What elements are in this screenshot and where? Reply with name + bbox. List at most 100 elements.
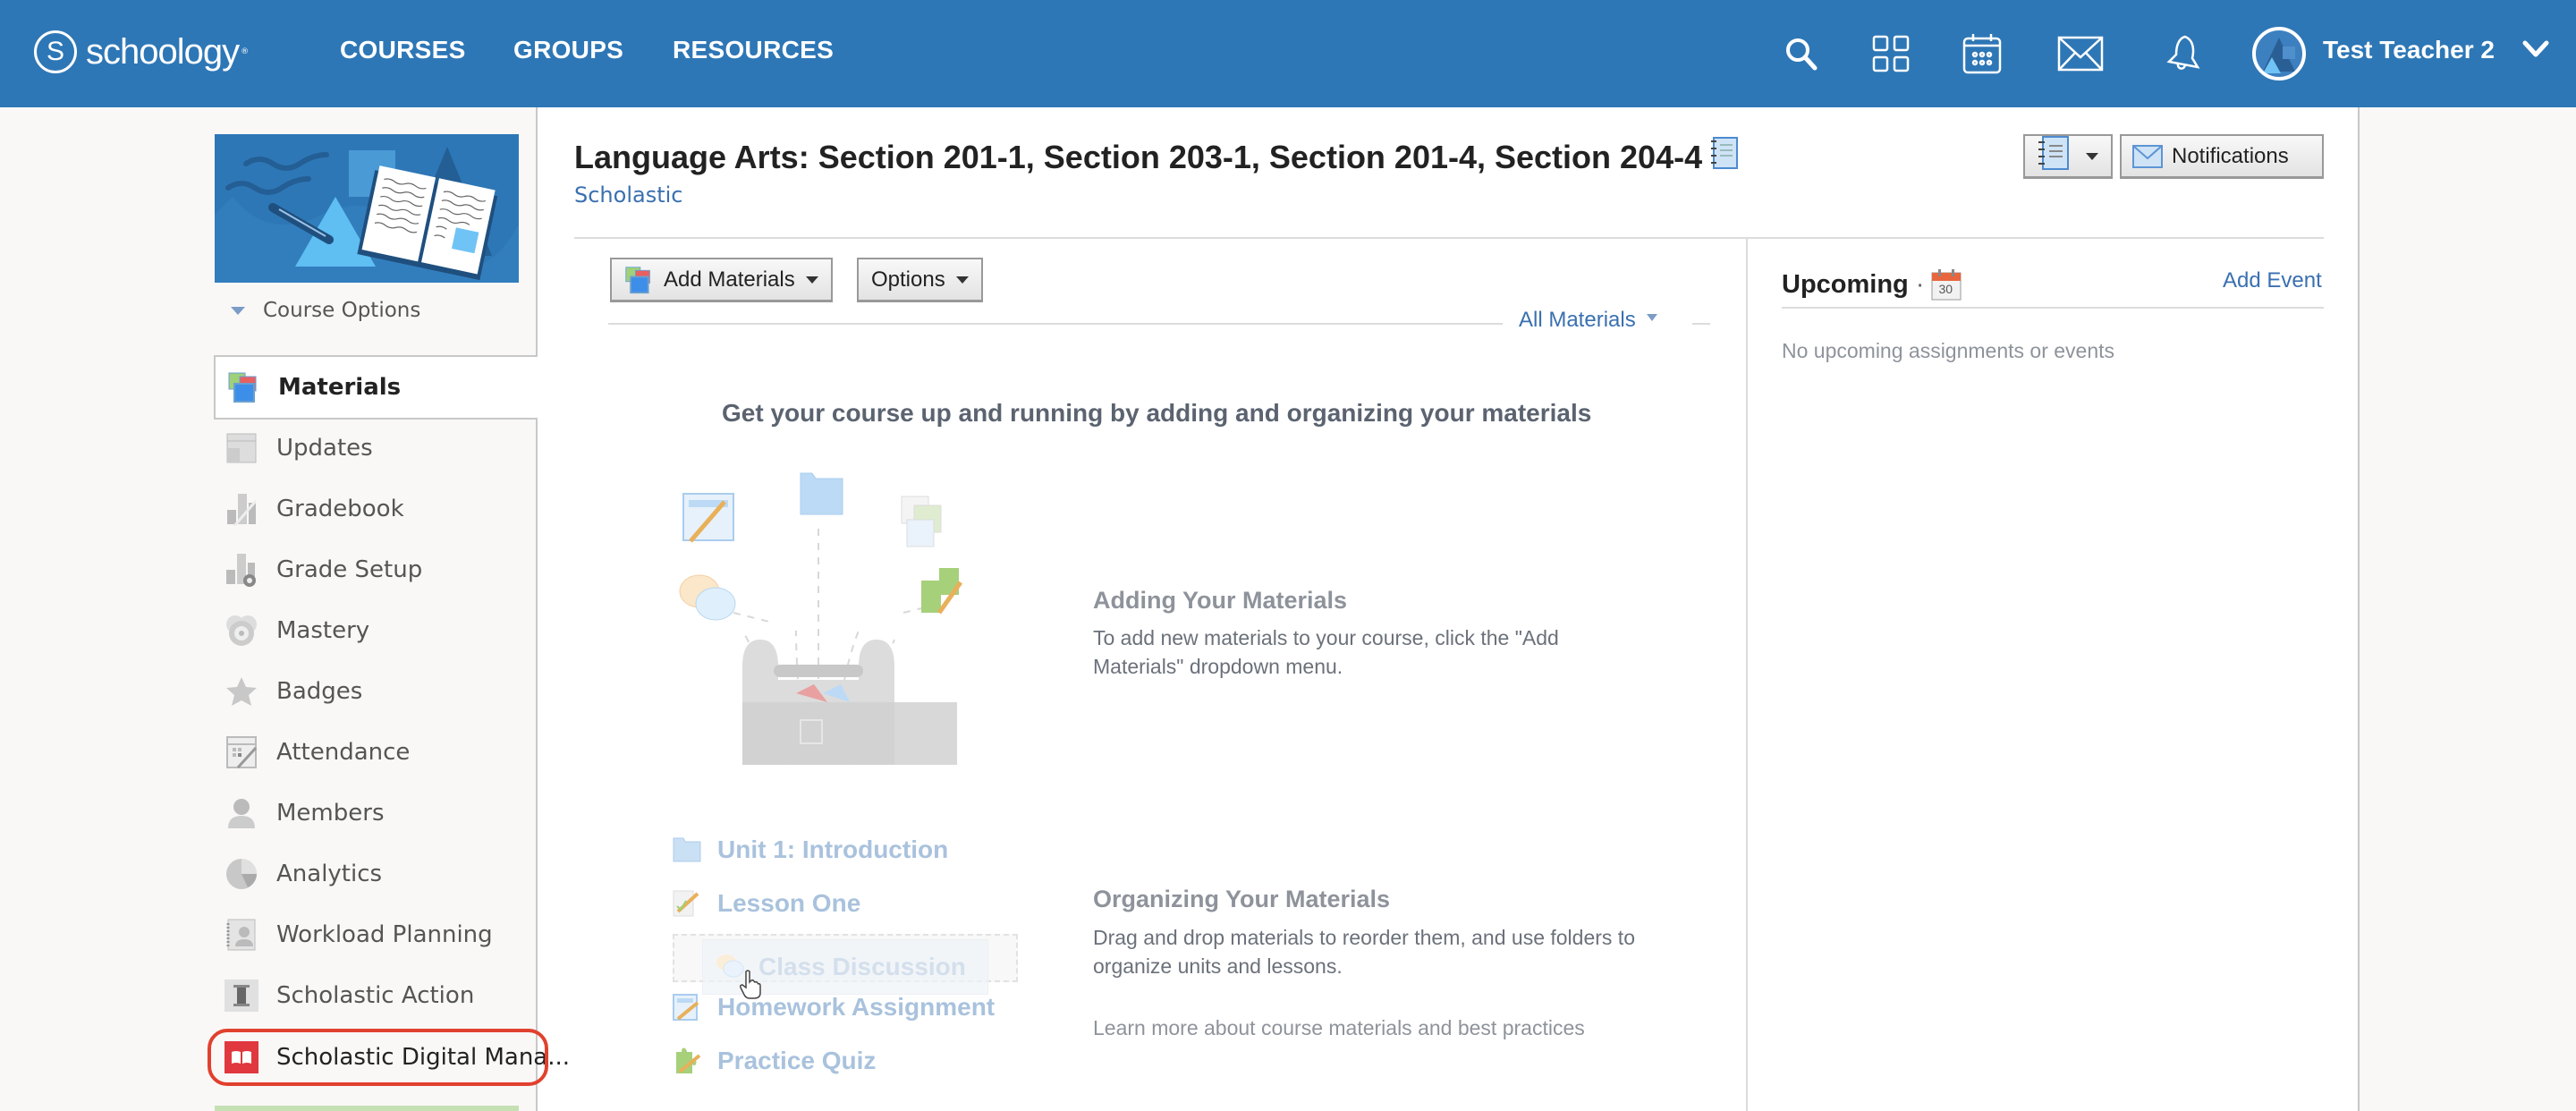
workload-planning-icon xyxy=(225,918,258,952)
envelope-icon xyxy=(2132,144,2163,168)
badges-icon xyxy=(225,674,258,708)
updates-icon xyxy=(225,431,258,465)
sidebar-item-label: Updates xyxy=(276,435,373,462)
calendar-day-icon[interactable]: 30 xyxy=(1931,268,1962,301)
sidebar-item-label: Analytics xyxy=(276,861,383,887)
calendar-icon[interactable] xyxy=(1959,30,2005,77)
analytics-icon xyxy=(225,857,258,891)
add-materials-button[interactable]: Add Materials xyxy=(610,258,833,302)
add-event-link[interactable]: Add Event xyxy=(2223,268,2322,293)
nav-resources[interactable]: RESOURCES xyxy=(673,36,834,64)
sample-item-label: Lesson One xyxy=(717,889,861,917)
caret-down-icon xyxy=(955,276,969,284)
search-icon[interactable] xyxy=(1778,30,1825,77)
sidebar-bottom-block xyxy=(215,1106,519,1111)
sidebar-item-label: Gradebook xyxy=(276,496,404,522)
members-icon xyxy=(225,796,258,830)
all-materials-filter[interactable]: All Materials xyxy=(1519,308,1657,333)
sample-item-label: Homework Assignment xyxy=(717,993,996,1021)
sidebar-item-scholastic-digital-manager[interactable]: Scholastic Digital Mana... xyxy=(214,1027,570,1088)
caret-down-icon xyxy=(1646,314,1657,321)
user-name[interactable]: Test Teacher 2 xyxy=(2323,36,2495,64)
separator: · xyxy=(1915,269,1925,299)
attendance-icon xyxy=(225,735,258,769)
sidebar-item-label: Attendance xyxy=(276,739,411,766)
sample-item-label: Unit 1: Introduction xyxy=(717,835,949,863)
scholastic-digital-icon xyxy=(225,1040,258,1074)
sample-item-label: Practice Quiz xyxy=(717,1047,877,1074)
divider xyxy=(608,323,1503,325)
divider xyxy=(574,237,2324,239)
toolbox-illustration xyxy=(671,470,1002,774)
organizing-materials-text: Drag and drop materials to reorder them,… xyxy=(1093,926,1635,978)
sidebar-item-badges[interactable]: Badges xyxy=(214,661,538,722)
gradebook-icon xyxy=(225,492,258,526)
mastery-icon xyxy=(225,614,258,648)
divider xyxy=(1692,323,1710,325)
sidebar-item-label: Workload Planning xyxy=(276,921,493,948)
sample-item-folder: Unit 1: Introduction xyxy=(673,835,948,864)
divider xyxy=(1782,307,2324,309)
caret-down-icon xyxy=(805,276,818,284)
logo-text: schoology xyxy=(86,31,240,72)
folder-icon xyxy=(673,835,701,864)
sidebar-item-workload-planning[interactable]: Workload Planning xyxy=(214,904,538,965)
adding-materials-text: To add new materials to your course, cli… xyxy=(1093,626,1559,678)
sample-item-lesson: Lesson One xyxy=(673,889,860,918)
bell-icon[interactable] xyxy=(2159,30,2206,77)
sidebar-item-materials[interactable]: Materials xyxy=(214,355,538,420)
options-button[interactable]: Options xyxy=(857,258,983,302)
course-title: Language Arts: Section 201-1, Section 20… xyxy=(574,138,1703,175)
chevron-down-icon[interactable] xyxy=(2522,39,2549,63)
caret-down-icon xyxy=(231,306,245,315)
upcoming-title: Upcoming xyxy=(1782,269,1909,299)
empty-state-tagline: Get your course up and running by adding… xyxy=(722,399,1592,427)
sidebar-item-updates[interactable]: Updates xyxy=(214,418,538,479)
nav-courses[interactable]: COURSES xyxy=(340,36,466,64)
sidebar-item-scholastic-action[interactable]: Scholastic Action xyxy=(214,965,538,1026)
sidebar-item-grade-setup[interactable]: Grade Setup xyxy=(214,539,538,600)
top-navigation-bar: S schoology ® COURSES GROUPS RESOURCES T… xyxy=(0,0,2576,107)
sidebar-item-gradebook[interactable]: Gradebook xyxy=(214,479,538,539)
school-link[interactable]: Scholastic xyxy=(574,182,682,208)
learn-more-link[interactable]: Learn more about course materials and be… xyxy=(1093,1016,1585,1040)
notebook-dropdown-button[interactable] xyxy=(2023,134,2113,179)
mail-icon[interactable] xyxy=(2057,30,2104,77)
assignment-icon xyxy=(673,993,701,1022)
sidebar-item-members[interactable]: Members xyxy=(214,783,538,844)
apps-grid-icon[interactable] xyxy=(1868,30,1914,77)
sidebar-item-attendance[interactable]: Attendance xyxy=(214,722,538,783)
sample-item-assignment: Homework Assignment xyxy=(673,993,995,1022)
caret-down-icon xyxy=(2086,152,2098,160)
adding-materials-heading: Adding Your Materials xyxy=(1093,587,1348,614)
course-options-label: Course Options xyxy=(263,299,421,322)
sidebar-item-label: Members xyxy=(276,800,385,827)
materials-icon xyxy=(624,265,653,295)
sidebar-item-label: Materials xyxy=(278,374,402,401)
notebook-icon[interactable] xyxy=(1709,136,1740,178)
sidebar-item-label: Badges xyxy=(276,678,363,705)
logo-mark-icon: S xyxy=(34,30,77,73)
user-avatar[interactable] xyxy=(2252,27,2306,81)
page-title: Language Arts: Section 201-1, Section 20… xyxy=(574,136,1740,178)
grade-setup-icon xyxy=(225,553,258,587)
nav-groups[interactable]: GROUPS xyxy=(513,36,623,64)
sidebar-border xyxy=(536,107,538,355)
schoology-logo[interactable]: S schoology ® xyxy=(34,27,249,77)
notifications-button[interactable]: Notifications xyxy=(2120,134,2324,179)
notifications-label: Notifications xyxy=(2172,143,2289,168)
materials-icon xyxy=(226,370,260,404)
notebook-icon xyxy=(2036,135,2072,177)
sidebar-item-label: Grade Setup xyxy=(276,556,423,583)
course-profile-image[interactable] xyxy=(215,134,519,283)
sidebar-item-analytics[interactable]: Analytics xyxy=(214,844,538,904)
sample-item-label: Class Discussion xyxy=(758,953,966,980)
lesson-icon xyxy=(673,889,701,918)
sidebar-item-mastery[interactable]: Mastery xyxy=(214,600,538,661)
sidebar-item-label: Mastery xyxy=(276,617,370,644)
calendar-day: 30 xyxy=(1938,282,1953,296)
quiz-icon xyxy=(673,1047,701,1075)
course-options-toggle[interactable]: Course Options xyxy=(231,299,420,322)
sidebar-item-label: Scholastic Digital Mana... xyxy=(276,1044,571,1071)
sidebar-item-label: Scholastic Action xyxy=(276,982,475,1009)
